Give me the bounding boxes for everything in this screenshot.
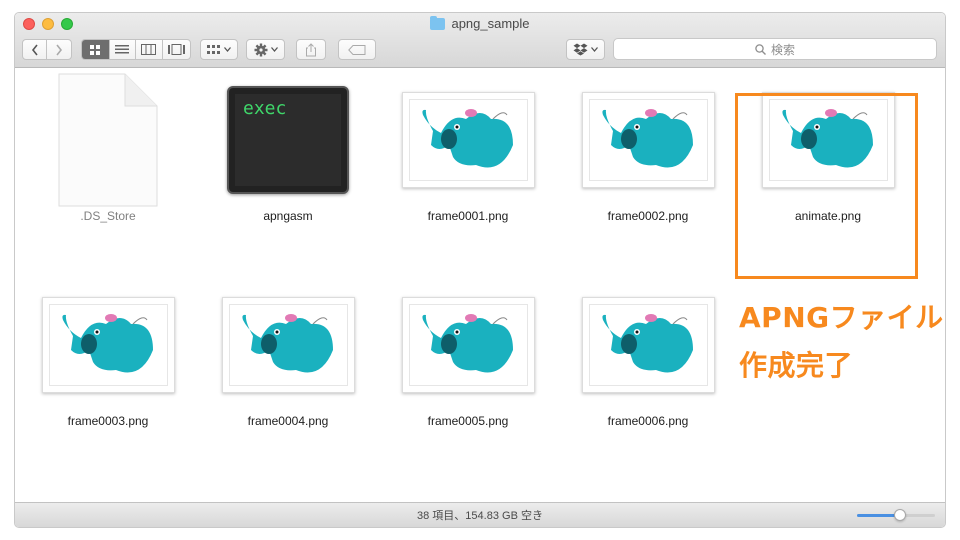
columns-icon (141, 44, 157, 55)
status-bar: 38 項目、154.83 GB 空き (15, 502, 945, 527)
file-thumbnail (383, 77, 553, 202)
annotation-line-2: 作成完了 (739, 349, 854, 382)
window-title: apng_sample (451, 16, 530, 31)
list-view-button[interactable] (110, 40, 137, 59)
share-icon (306, 42, 316, 56)
elephant-image (408, 303, 528, 386)
search-field[interactable]: 検索 (613, 38, 937, 60)
elephant-icon (422, 313, 513, 372)
icon-size-slider[interactable] (857, 509, 935, 521)
png-preview (581, 91, 715, 188)
elephant-icon (62, 313, 153, 372)
grid-icon (90, 44, 101, 55)
back-button[interactable] (23, 40, 48, 59)
list-icon (115, 45, 130, 54)
file-item-apngasm[interactable]: exec apngasm (203, 77, 373, 223)
folder-icon (430, 15, 446, 30)
png-preview (581, 296, 715, 393)
file-thumbnail (563, 77, 733, 202)
png-preview (221, 296, 355, 393)
share-button[interactable] (296, 39, 326, 60)
cover-flow-button[interactable] (163, 40, 190, 59)
file-thumbnail (23, 282, 193, 407)
file-thumbnail (383, 282, 553, 407)
gear-icon (254, 43, 267, 56)
elephant-icon (422, 108, 513, 167)
elephant-image (408, 98, 528, 181)
file-thumbnail (203, 282, 373, 407)
file-name: apngasm (263, 209, 313, 223)
file-item-ds-store[interactable]: .DS_Store (23, 73, 193, 223)
file-name: frame0003.png (67, 414, 149, 428)
tags-button[interactable] (338, 39, 376, 60)
file-item-frame0004[interactable]: frame0004.png (203, 282, 373, 428)
elephant-image (48, 303, 168, 386)
arrange-icon (207, 44, 220, 54)
view-mode-selector (81, 39, 191, 60)
highlight-box (735, 93, 918, 279)
file-name: frame0005.png (427, 414, 509, 428)
search-icon (755, 43, 766, 55)
png-preview (401, 91, 535, 188)
column-view-button[interactable] (136, 40, 163, 59)
icon-view-button[interactable] (82, 40, 110, 59)
elephant-icon (602, 108, 693, 167)
file-item-frame0001[interactable]: frame0001.png (383, 77, 553, 223)
tag-icon (348, 44, 366, 55)
nav-buttons (22, 39, 72, 60)
chevron-down-icon (270, 47, 278, 52)
png-preview (401, 296, 535, 393)
chevron-right-icon (56, 44, 63, 55)
title-bar: apng_sample 検索 (15, 13, 945, 68)
file-name: frame0001.png (427, 209, 509, 223)
file-item-frame0002[interactable]: frame0002.png (563, 77, 733, 223)
chevron-down-icon (591, 47, 598, 52)
file-grid: .DS_Store exec apngasm frame0001.png fra… (15, 69, 945, 504)
dropbox-icon (573, 43, 588, 56)
finder-window: apng_sample 検索 .DS_Store exec apngasm fr… (14, 12, 946, 528)
slider-knob[interactable] (893, 509, 906, 521)
chevron-down-icon (224, 47, 231, 52)
png-preview (41, 296, 175, 393)
file-thumbnail (563, 282, 733, 407)
dropbox-button[interactable] (566, 39, 605, 60)
file-name: .DS_Store (80, 209, 136, 223)
window-title-group: apng_sample (15, 15, 945, 31)
elephant-image (228, 303, 348, 386)
forward-button[interactable] (47, 40, 71, 59)
file-thumbnail (23, 73, 193, 206)
chevron-left-icon (31, 44, 38, 55)
cover-flow-icon (167, 44, 185, 55)
search-placeholder: 検索 (770, 42, 795, 57)
file-item-frame0005[interactable]: frame0005.png (383, 282, 553, 428)
elephant-icon (602, 313, 693, 372)
annotation-line-1: APNGファイルの (739, 301, 945, 334)
elephant-icon (242, 313, 333, 372)
file-name: frame0006.png (607, 414, 689, 428)
file-item-frame0006[interactable]: frame0006.png (563, 282, 733, 428)
arrange-button[interactable] (200, 39, 238, 60)
file-name: frame0004.png (247, 414, 329, 428)
action-button[interactable] (246, 39, 285, 60)
status-text: 38 項目、154.83 GB 空き (417, 510, 543, 522)
file-name: frame0002.png (607, 209, 689, 223)
elephant-image (588, 98, 708, 181)
exec-label: exec (235, 93, 341, 186)
file-thumbnail: exec (203, 77, 373, 202)
terminal-exec-icon: exec (227, 85, 349, 194)
document-icon (58, 73, 158, 206)
elephant-image (588, 303, 708, 386)
file-item-frame0003[interactable]: frame0003.png (23, 282, 193, 428)
